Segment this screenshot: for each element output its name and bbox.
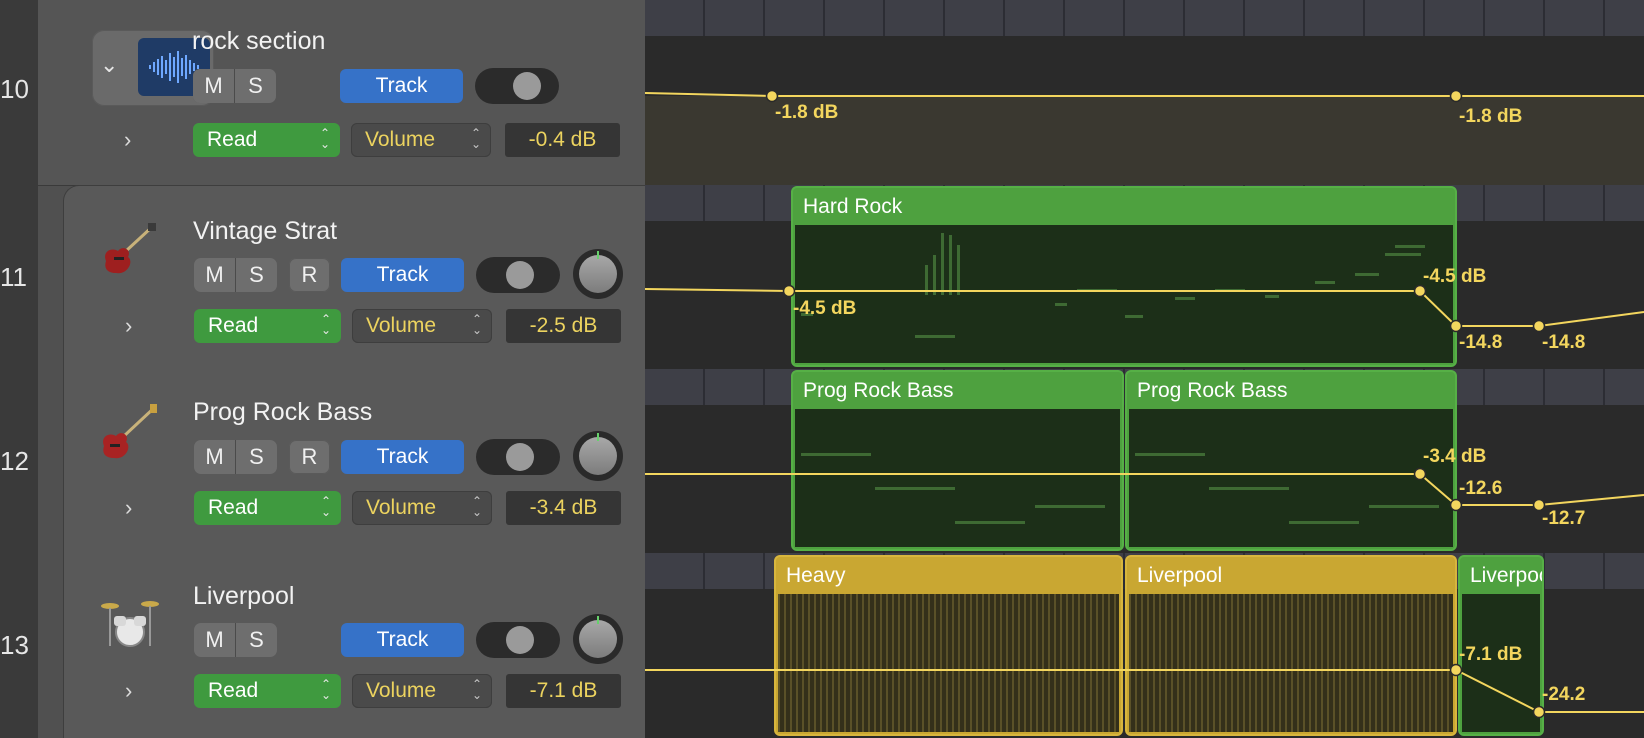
automation-point-label: -12.6 [1459,478,1503,499]
automation-point-label: -4.5 dB [1423,266,1487,287]
track-automation-button[interactable]: Track [341,623,464,657]
automation-point-label: -3.4 dB [1423,446,1487,467]
mute-button[interactable]: M [194,623,235,657]
track-number: 10 [0,74,29,104]
automation-parameter-menu[interactable]: Volume ⌃ ⌄ [351,123,491,157]
track-header-prog-rock-bass[interactable]: Prog Rock Bass M S R Track › Read ⌃ ⌄ Vol… [63,369,646,554]
up-down-chevron-icon: ⌃ ⌄ [471,677,482,702]
track-number: 12 [0,446,29,476]
automation-value-field[interactable]: -2.5 dB [506,309,621,343]
track-name[interactable]: Liverpool [193,582,294,611]
track-automation-button[interactable]: Track [340,69,463,103]
solo-button[interactable]: S [235,258,277,292]
automation-point-label: -14.8 [1459,332,1503,353]
pan-knob[interactable] [573,614,623,664]
automation-mode-menu[interactable]: Read ⌃ ⌄ [193,123,340,157]
automation-point-label: -1.8 dB [1459,106,1523,127]
automation-value-field[interactable]: -0.4 dB [505,123,620,157]
record-enable-button[interactable]: R [289,440,330,474]
automation-point-label: -7.1 dB [1459,644,1523,665]
up-down-chevron-icon: ⌃ ⌄ [320,494,331,519]
automation-value-field[interactable]: -7.1 dB [506,674,621,708]
automation-parameter-menu[interactable]: Volume ⌃ ⌄ [352,309,492,343]
track-automation-button[interactable]: Track [341,440,464,474]
automation-point-label: -4.5 dB [793,298,857,319]
mute-button[interactable]: M [193,69,234,103]
automation-mode-menu[interactable]: Read ⌃ ⌄ [194,491,341,525]
automation-mode-menu[interactable]: Read ⌃ ⌄ [194,309,341,343]
record-enable-button[interactable]: R [289,258,330,292]
automation-parameter-label: Volume [366,496,437,519]
bass-guitar-icon [98,404,158,464]
automation-value-field[interactable]: -3.4 dB [506,491,621,525]
solo-button[interactable]: S [235,440,277,474]
track-number: 13 [0,630,29,660]
automation-parameter-label: Volume [366,314,437,337]
pan-knob[interactable] [573,431,623,481]
mute-solo-group: M S [194,623,277,657]
up-down-chevron-icon: ⌃ ⌄ [471,312,482,337]
solo-button[interactable]: S [235,623,277,657]
automation-mode-label: Read [207,128,258,151]
arrange-area[interactable]: Hard Rock Prog Rock Bass Prog Rock Bass … [645,0,1644,738]
automation-mode-menu[interactable]: Read ⌃ ⌄ [194,674,341,708]
track-name[interactable]: rock section [192,27,325,56]
automation-point-label: -1.8 dB [775,102,839,123]
automation-parameter-label: Volume [365,128,436,151]
drum-kit-icon [100,594,160,654]
automation-point-label: -24.2 [1542,684,1586,705]
chevron-right-icon[interactable]: › [125,678,132,704]
chevron-right-icon[interactable]: › [125,495,132,521]
automation-point-label: -12.7 [1542,508,1586,529]
track-name[interactable]: Prog Rock Bass [193,398,372,427]
up-down-chevron-icon: ⌃ ⌄ [320,312,331,337]
track-name[interactable]: Vintage Strat [193,217,337,246]
electric-guitar-icon [98,221,158,281]
mute-button[interactable]: M [194,258,235,292]
automation-toggle[interactable] [476,622,560,658]
solo-button[interactable]: S [234,69,276,103]
track-header-rock-section[interactable]: ⌄ rock section M S Track › Read ⌃ ⌄ Volu… [38,0,645,186]
track-header-liverpool[interactable]: Liverpool M S Track › Read ⌃ ⌄ Volume ⌃ ⌄ … [63,553,646,738]
pan-knob[interactable] [573,249,623,299]
automation-mode-label: Read [208,496,259,519]
automation-point-label: -14.8 [1542,332,1586,353]
up-down-chevron-icon: ⌃ ⌄ [319,126,330,151]
automation-mode-label: Read [208,314,259,337]
up-down-chevron-icon: ⌃ ⌄ [470,126,481,151]
automation-toggle[interactable] [475,68,559,104]
track-number: 11 [0,262,27,292]
mute-button[interactable]: M [194,440,235,474]
up-down-chevron-icon: ⌃ ⌄ [320,677,331,702]
track-number-column: 10 11 12 13 [0,0,39,738]
automation-toggle[interactable] [476,439,560,475]
automation-parameter-menu[interactable]: Volume ⌃ ⌄ [352,491,492,525]
track-automation-button[interactable]: Track [341,258,464,292]
automation-parameter-menu[interactable]: Volume ⌃ ⌄ [352,674,492,708]
mute-solo-group: M S [194,440,277,474]
mute-solo-group: M S [194,258,277,292]
up-down-chevron-icon: ⌃ ⌄ [471,494,482,519]
chevron-right-icon[interactable]: › [125,313,132,339]
automation-parameter-label: Volume [366,679,437,702]
track-headers: ⌄ rock section M S Track › Read ⌃ ⌄ Volu… [38,0,646,738]
automation-toggle[interactable] [476,257,560,293]
chevron-right-icon[interactable]: › [124,127,131,153]
chevron-down-icon[interactable]: ⌄ [100,52,118,78]
mute-solo-group: M S [193,69,276,103]
automation-mode-label: Read [208,679,259,702]
track-header-vintage-strat[interactable]: Vintage Strat M S R Track › Read ⌃ ⌄ Volu… [63,185,646,371]
